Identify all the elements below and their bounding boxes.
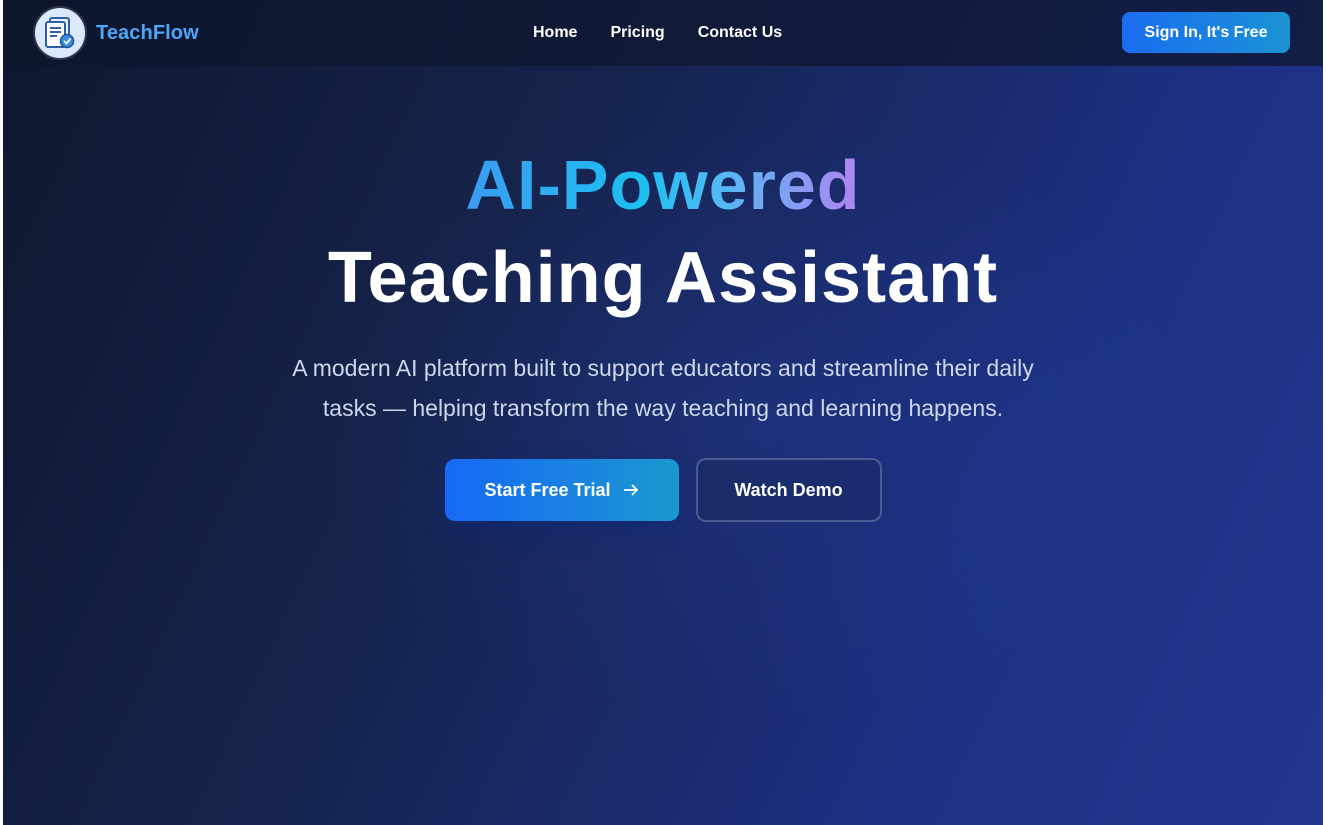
nav-link-home[interactable]: Home: [533, 24, 577, 42]
watch-demo-button[interactable]: Watch Demo: [695, 458, 882, 522]
document-certificate-icon: [45, 17, 75, 49]
arrow-right-icon: [623, 483, 639, 497]
brand-link[interactable]: TeachFlow: [35, 8, 199, 58]
hero-headline-gradient: AI-Powered: [465, 140, 860, 230]
brand-logo: [35, 8, 85, 58]
nav-link-pricing[interactable]: Pricing: [610, 24, 664, 42]
nav-link-contact[interactable]: Contact Us: [698, 24, 782, 42]
hero-headline-main: Teaching Assistant: [327, 238, 999, 318]
landing-page: TeachFlow Home Pricing Contact Us Sign I…: [3, 0, 1323, 825]
sign-in-button[interactable]: Sign In, It's Free: [1122, 12, 1290, 53]
top-navbar: TeachFlow Home Pricing Contact Us Sign I…: [3, 0, 1323, 66]
start-free-trial-button[interactable]: Start Free Trial: [444, 459, 679, 521]
cta-row: Start Free Trial Watch Demo: [3, 458, 1323, 522]
start-free-trial-label: Start Free Trial: [484, 479, 611, 500]
hero-subtitle: A modern AI platform built to support ed…: [292, 355, 1034, 421]
brand-name: TeachFlow: [96, 21, 199, 44]
hero-section: AI-Powered Teaching Assistant A modern A…: [3, 140, 1323, 522]
nav-links: Home Pricing Contact Us: [533, 0, 815, 66]
